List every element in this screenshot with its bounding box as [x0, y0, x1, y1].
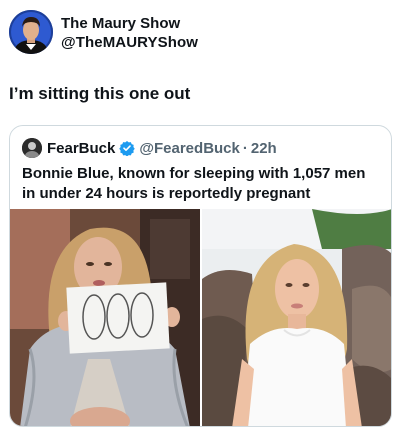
quoted-display-name[interactable]: FearBuck — [47, 140, 115, 157]
photo-right-image — [202, 209, 391, 426]
author-avatar[interactable] — [9, 10, 53, 54]
photo-left-image — [10, 209, 200, 426]
quoted-media-grid — [10, 209, 391, 426]
quoted-tweet-header: FearBuck @FearedBuck · 22h — [22, 138, 277, 158]
author-display-name[interactable]: The Maury Show — [61, 15, 198, 33]
quoted-handle[interactable]: @FearedBuck — [139, 140, 240, 157]
author-handle[interactable]: @TheMAURYShow — [61, 33, 198, 52]
quoted-tweet-text: Bonnie Blue, known for sleeping with 1,0… — [22, 165, 366, 202]
quoted-timestamp[interactable]: 22h — [251, 140, 277, 157]
verified-badge-icon — [119, 141, 136, 156]
quoted-author-avatar[interactable] — [22, 138, 42, 158]
host-portrait-avatar-icon — [9, 10, 53, 54]
tweet-text: I’m sitting this one out — [9, 84, 191, 103]
separator-dot: · — [242, 139, 248, 157]
woman-white-tshirt-photo[interactable] — [202, 209, 391, 426]
tweet-header: The Maury Show @TheMAURYShow — [9, 10, 389, 60]
quoted-tweet-card[interactable]: FearBuck @FearedBuck · 22h Bonnie Blue, … — [9, 125, 392, 427]
woman-holding-drawing-photo[interactable] — [10, 209, 200, 426]
fearbuck-avatar-icon — [22, 138, 42, 158]
